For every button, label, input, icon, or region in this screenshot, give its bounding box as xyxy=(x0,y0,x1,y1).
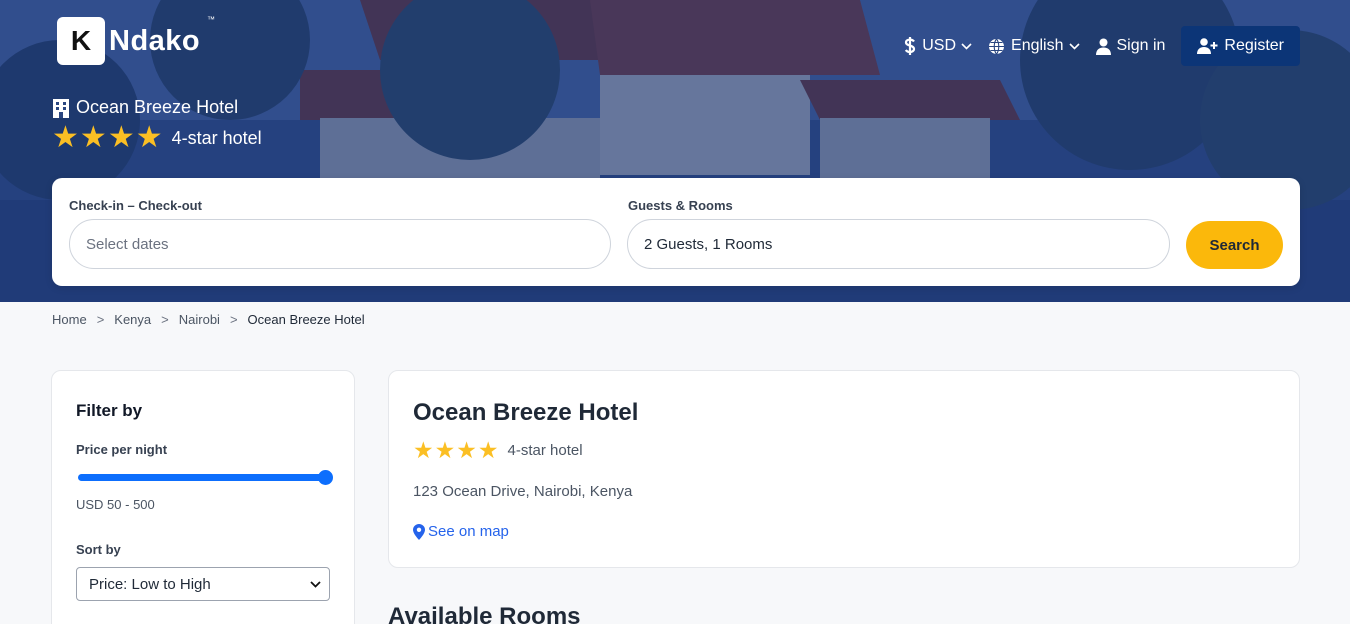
logo-text: Ndako xyxy=(109,24,201,57)
sign-in-link[interactable]: Sign in xyxy=(1088,26,1174,66)
sort-label: Sort by xyxy=(76,542,121,557)
star-icon: ★ xyxy=(434,437,456,463)
top-nav: USD English Sign in Register xyxy=(896,26,1300,66)
price-slider[interactable] xyxy=(78,470,333,485)
user-plus-icon xyxy=(1197,38,1218,54)
currency-selector[interactable]: USD xyxy=(896,26,980,66)
dates-input[interactable]: Select dates xyxy=(69,219,611,269)
see-on-map-label: See on map xyxy=(428,523,509,540)
hotel-icon xyxy=(53,98,69,118)
dates-label: Check-in – Check-out xyxy=(69,198,202,213)
hotel-address: 123 Ocean Drive, Nairobi, Kenya xyxy=(413,483,633,500)
chevron-down-icon xyxy=(961,42,972,50)
sort-value: Price: Low to High xyxy=(89,575,211,593)
search-button[interactable]: Search xyxy=(1186,221,1283,269)
breadcrumb-city[interactable]: Nairobi xyxy=(179,312,220,327)
hero-star-label: 4-star hotel xyxy=(171,127,262,148)
filter-panel: Filter by Price per night USD 50 - 500 S… xyxy=(51,370,355,624)
guests-value: 2 Guests, 1 Rooms xyxy=(644,235,773,253)
breadcrumb-home[interactable]: Home xyxy=(52,312,87,327)
star-icon: ★ xyxy=(79,121,107,154)
globe-icon xyxy=(989,38,1005,54)
star-icon: ★ xyxy=(135,121,163,154)
star-icon: ★ xyxy=(477,437,499,463)
currency-label: USD xyxy=(922,37,957,54)
breadcrumb-country[interactable]: Kenya xyxy=(114,312,151,327)
search-panel: Check-in – Check-out Select dates Guests… xyxy=(52,178,1300,286)
hotel-star-rating: ★ ★ ★ ★ 4-star hotel xyxy=(413,437,583,463)
price-label: Price per night xyxy=(76,442,168,457)
breadcrumb-separator: > xyxy=(229,312,238,327)
guests-label: Guests & Rooms xyxy=(628,198,733,213)
breadcrumb-separator: > xyxy=(96,312,105,327)
price-slider-thumb[interactable] xyxy=(318,470,333,485)
breadcrumb-current: Ocean Breeze Hotel xyxy=(247,312,365,327)
guests-rooms-input[interactable]: 2 Guests, 1 Rooms xyxy=(627,219,1170,269)
sign-in-label: Sign in xyxy=(1116,37,1166,54)
dates-placeholder: Select dates xyxy=(86,235,169,253)
star-icon: ★ xyxy=(52,121,79,154)
hero-hotel-name: Ocean Breeze Hotel xyxy=(76,97,239,117)
hotel-star-label: 4-star hotel xyxy=(507,441,583,459)
breadcrumb: Home > Kenya > Nairobi > Ocean Breeze Ho… xyxy=(52,312,365,327)
star-icon: ★ xyxy=(456,437,477,463)
star-icon: ★ xyxy=(413,437,434,463)
hero-star-rating: ★ ★ ★ ★ 4-star hotel xyxy=(52,121,262,154)
star-icon: ★ xyxy=(107,121,135,154)
sort-select[interactable]: Price: Low to High xyxy=(76,567,330,601)
breadcrumb-separator: > xyxy=(161,312,169,327)
trademark-symbol: ™ xyxy=(207,15,215,24)
register-label: Register xyxy=(1224,37,1284,54)
brand-logo[interactable]: K Ndako ™ xyxy=(57,15,215,65)
map-pin-icon xyxy=(413,523,425,540)
hotel-name: Ocean Breeze Hotel xyxy=(413,399,639,426)
price-range-text: USD 50 - 500 xyxy=(76,497,155,512)
chevron-down-icon xyxy=(310,580,321,588)
language-label: English xyxy=(1011,37,1064,54)
register-button[interactable]: Register xyxy=(1181,26,1300,66)
filter-title: Filter by xyxy=(76,401,143,420)
language-selector[interactable]: English xyxy=(980,26,1087,66)
hero-hotel-name-row: Ocean Breeze Hotel xyxy=(52,97,262,118)
available-rooms-heading: Available Rooms xyxy=(388,603,581,624)
hotel-info-card: Ocean Breeze Hotel ★ ★ ★ ★ 4-star hotel … xyxy=(388,370,1300,568)
dollar-icon xyxy=(905,37,916,55)
user-icon xyxy=(1095,38,1111,55)
chevron-down-icon xyxy=(1068,42,1080,50)
see-on-map-link[interactable]: See on map xyxy=(413,523,509,540)
logo-mark: K xyxy=(57,17,105,65)
hero-hotel-heading: Ocean Breeze Hotel ★ ★ ★ ★ 4-star hotel xyxy=(52,97,262,154)
